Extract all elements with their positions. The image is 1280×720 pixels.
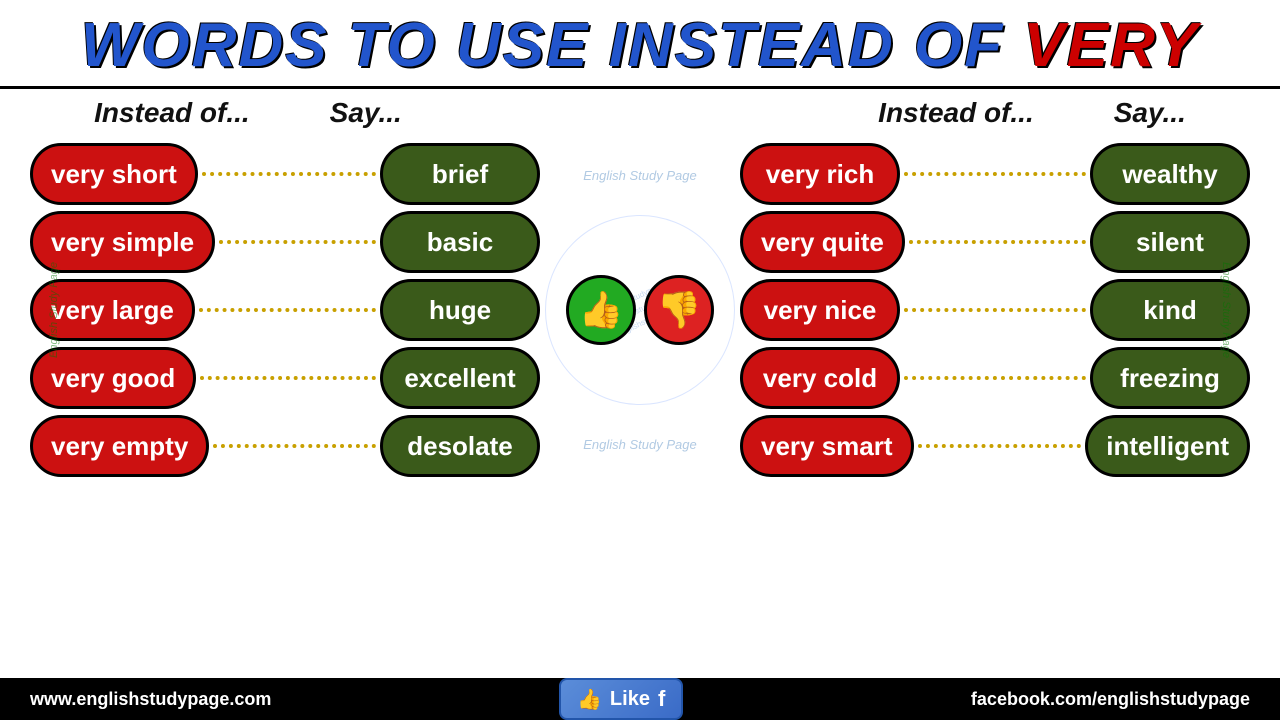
bottom-bar: www.englishstudypage.com 👍 Like f facebo…	[0, 678, 1280, 720]
left-row-4: very good excellent	[30, 347, 540, 409]
thumbs-up-icon: 👍	[566, 275, 636, 345]
connector-left-4	[200, 376, 376, 380]
right-row-4: very cold freezing	[740, 347, 1250, 409]
left-say-4: excellent	[380, 347, 540, 409]
left-url: www.englishstudypage.com	[30, 689, 271, 710]
right-instead-3: very nice	[740, 279, 900, 341]
facebook-icon: f	[658, 686, 665, 712]
page-title: WORDS TO USE INSTEAD OF VERY	[81, 11, 1199, 80]
right-say-header: Say...	[1114, 97, 1186, 129]
right-row-2: very quite silent	[740, 211, 1250, 273]
right-instead-header: Instead of...	[878, 97, 1034, 129]
right-row-3: very nice kind	[740, 279, 1250, 341]
left-row-5: very empty desolate	[30, 415, 540, 477]
left-say-5: desolate	[380, 415, 540, 477]
right-say-5: intelligent	[1085, 415, 1250, 477]
main-content: English Study Page English Study Page ve…	[0, 133, 1280, 487]
right-instead-2: very quite	[740, 211, 905, 273]
center-watermark-top: English Study Page	[583, 168, 696, 183]
side-watermark-right: English Study Page	[1220, 262, 1232, 358]
left-row-2: very simple basic	[30, 211, 540, 273]
right-headers: Instead of... Say...	[878, 97, 1186, 129]
thumbs-up-emoji: 👍	[577, 687, 602, 712]
left-instead-header: Instead of...	[94, 97, 250, 129]
left-row-3: very large huge	[30, 279, 540, 341]
side-watermark-left: English Study Page	[48, 262, 60, 358]
right-instead-5: very smart	[740, 415, 914, 477]
connector-right-3	[904, 308, 1086, 312]
title-bar: WORDS TO USE INSTEAD OF VERY	[0, 0, 1280, 89]
connector-right-4	[904, 376, 1086, 380]
connector-right-5	[918, 444, 1082, 448]
like-button[interactable]: 👍 Like f	[559, 678, 683, 720]
left-instead-1: very short	[30, 143, 198, 205]
connector-left-5	[213, 444, 376, 448]
connector-right-1	[904, 172, 1086, 176]
column-headers: Instead of... Say... Instead of... Say..…	[0, 89, 1280, 133]
right-url: facebook.com/englishstudypage	[971, 689, 1250, 710]
connector-left-2	[219, 240, 376, 244]
right-half: very rich wealthy very quite silent very…	[730, 138, 1280, 482]
center-watermark-bottom: English Study Page	[583, 437, 696, 452]
left-row-1: very short brief	[30, 143, 540, 205]
connector-left-3	[199, 308, 376, 312]
thumbs-container: 👍 👎	[566, 275, 714, 345]
connector-right-2	[909, 240, 1086, 244]
left-say-header: Say...	[330, 97, 402, 129]
right-say-1: wealthy	[1090, 143, 1250, 205]
right-instead-1: very rich	[740, 143, 900, 205]
right-row-5: very smart intelligent	[740, 415, 1250, 477]
like-label: Like	[610, 688, 650, 711]
left-headers: Instead of... Say...	[94, 97, 402, 129]
right-row-1: very rich wealthy	[740, 143, 1250, 205]
left-say-2: basic	[380, 211, 540, 273]
connector-left-1	[202, 172, 376, 176]
thumbs-down-icon: 👎	[644, 275, 714, 345]
left-say-1: brief	[380, 143, 540, 205]
right-instead-4: very cold	[740, 347, 900, 409]
left-instead-5: very empty	[30, 415, 209, 477]
left-half: very short brief very simple basic very …	[0, 138, 550, 482]
left-say-3: huge	[380, 279, 540, 341]
center-area: www.englishstudypage.comwww.englishstudy…	[550, 138, 730, 482]
